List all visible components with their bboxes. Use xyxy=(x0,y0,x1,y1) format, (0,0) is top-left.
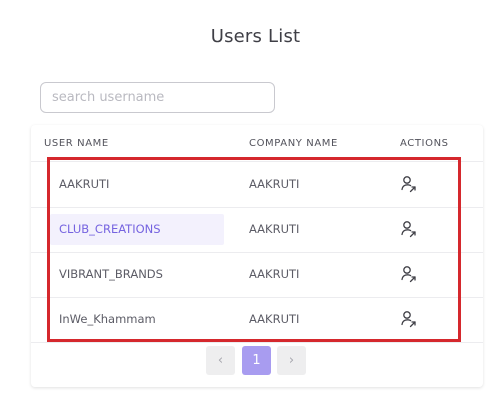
company-name-cell: AAKRUTI xyxy=(249,312,300,326)
table-row: CLUB_CREATIONS AAKRUTI xyxy=(31,207,483,253)
page-title: Users List xyxy=(210,26,301,47)
user-name-cell: AAKRUTI xyxy=(59,177,110,191)
user-name-cell: VIBRANT_BRANDS xyxy=(59,267,163,281)
company-name-cell: AAKRUTI xyxy=(249,222,300,236)
company-name-cell: AAKRUTI xyxy=(249,177,300,191)
table-header: USER NAME COMPANY NAME ACTIONS xyxy=(31,125,483,162)
pagination-prev-button[interactable]: ‹ xyxy=(206,346,235,375)
table-row: VIBRANT_BRANDS AAKRUTI xyxy=(31,252,483,298)
user-name-cell: InWe_Khammam xyxy=(59,312,156,326)
table-row: InWe_Khammam AAKRUTI xyxy=(31,297,483,343)
company-name-cell: AAKRUTI xyxy=(249,267,300,281)
pagination-next-button[interactable]: › xyxy=(277,346,306,375)
user-arrow-icon[interactable] xyxy=(401,220,417,238)
table-row: AAKRUTI AAKRUTI xyxy=(31,162,483,208)
user-arrow-icon[interactable] xyxy=(401,310,417,328)
column-company-name: COMPANY NAME xyxy=(249,138,338,149)
user-arrow-icon[interactable] xyxy=(401,175,417,193)
user-name-cell[interactable]: CLUB_CREATIONS xyxy=(59,207,161,252)
pagination-page-button[interactable]: 1 xyxy=(242,346,271,375)
column-user-name: USER NAME xyxy=(44,138,109,149)
user-arrow-icon[interactable] xyxy=(401,265,417,283)
column-actions: ACTIONS xyxy=(400,138,449,149)
search-input[interactable] xyxy=(40,82,275,113)
